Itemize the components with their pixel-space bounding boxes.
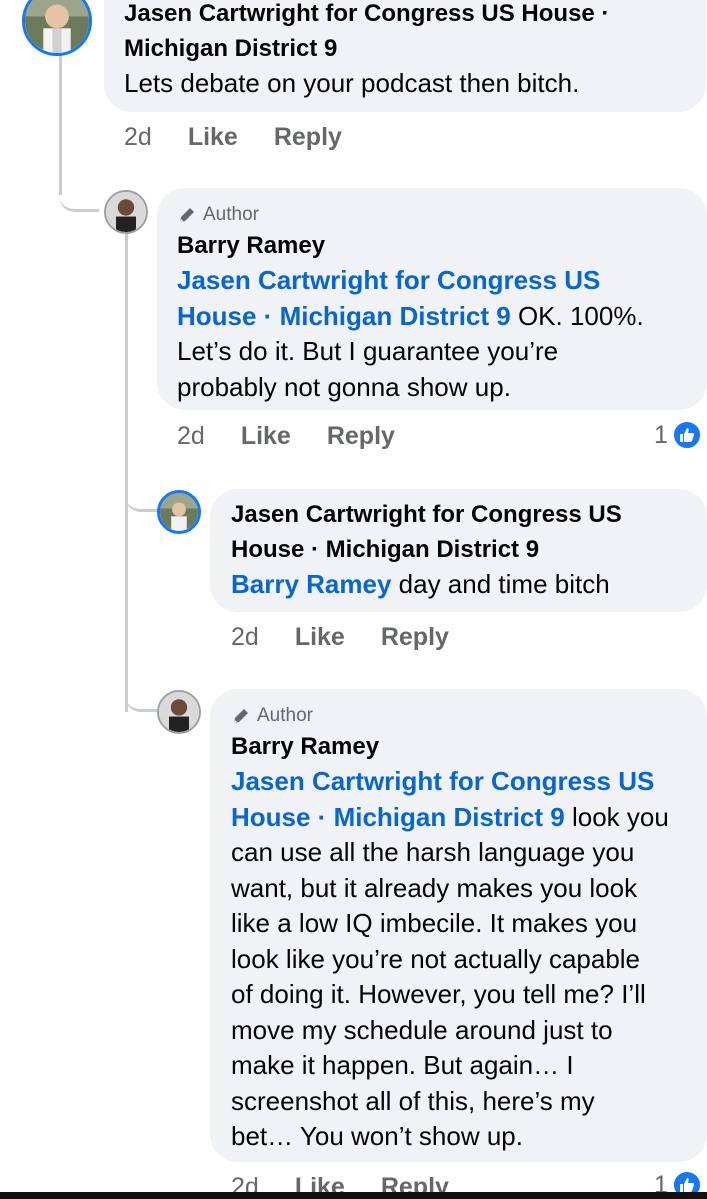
comment-actions-3: 2d Like Reply <box>231 621 449 653</box>
reaction-count: 1 <box>654 420 668 449</box>
comment-timestamp[interactable]: 2d <box>124 123 152 152</box>
pencil-icon <box>234 709 248 723</box>
comment-text-line: Let’s do it. But I guarantee you’re <box>177 336 559 366</box>
comment-timestamp[interactable]: 2d <box>177 422 205 451</box>
screen-bottom-edge <box>0 1192 707 1199</box>
avatar-barry-ramey[interactable] <box>157 690 201 734</box>
comment-bubble-3: Jasen Cartwright for Congress US House ·… <box>210 489 707 612</box>
comment-author-name[interactable]: Jasen Cartwright for Congress US House ·… <box>231 497 687 567</box>
author-badge-label: Author <box>203 204 259 225</box>
comment-text-line: like a low IQ imbecile. It makes you <box>231 908 638 938</box>
avatar-jasen-cartwright[interactable] <box>157 490 201 534</box>
comment-text-line: look like you’re not actually capable <box>231 943 641 974</box>
avatar-photo-icon <box>25 0 89 53</box>
reply-button[interactable]: Reply <box>327 422 395 451</box>
author-name-line: Jasen Cartwright for Congress US House · <box>124 0 610 27</box>
thread-connector-reply-1 <box>59 150 99 212</box>
comment-timestamp[interactable]: 2d <box>231 623 259 652</box>
comment-author-name[interactable]: Barry Ramey <box>231 729 687 764</box>
reaction-summary[interactable]: 1 <box>654 420 702 450</box>
mention-link[interactable]: Barry Ramey <box>231 569 391 599</box>
comment-author-name[interactable]: Barry Ramey <box>177 228 687 263</box>
avatar-photo-icon <box>159 692 199 732</box>
thumbs-up-icon <box>671 420 702 450</box>
comment-author-name[interactable]: Jasen Cartwright for Congress US House ·… <box>124 0 686 66</box>
comment-actions-2: 2d Like Reply <box>177 420 395 452</box>
avatar-photo-icon <box>106 192 146 232</box>
thread-connector-reply-2 <box>125 470 157 512</box>
comment-text: Jasen Cartwright for Congress US House ·… <box>231 764 687 1155</box>
mention-link[interactable]: House · Michigan District 9 <box>231 802 565 832</box>
comment-text-fragment: look you <box>564 801 669 832</box>
comment-text-line: want, but it already makes you look <box>231 872 638 903</box>
avatar-barry-ramey[interactable] <box>104 190 148 234</box>
author-name-line: Jasen Cartwright for Congress US <box>231 501 622 528</box>
avatar-photo-icon <box>160 493 198 531</box>
reply-button[interactable]: Reply <box>381 623 449 652</box>
comment-text-line: bet… You won’t show up. <box>231 1121 523 1151</box>
author-badge-label: Author <box>257 705 313 726</box>
pencil-icon <box>180 208 194 222</box>
comment-text-line: move my schedule around just to <box>231 1014 613 1045</box>
comment-text: Barry Ramey day and time bitch <box>231 567 687 603</box>
author-name-line: Michigan District 9 <box>124 35 338 62</box>
mention-link[interactable]: Jasen Cartwright for Congress US <box>231 766 654 796</box>
thread-connector-reply-3 <box>125 670 157 712</box>
like-button[interactable]: Like <box>241 422 291 451</box>
comment-text-line: screenshot all of this, here’s my <box>231 1085 595 1116</box>
author-name-line: House · Michigan District 9 <box>231 536 540 563</box>
reply-button[interactable]: Reply <box>274 123 342 152</box>
comment-bubble-2: Author Barry Ramey Jasen Cartwright for … <box>157 188 707 410</box>
author-badge: Author <box>177 202 687 228</box>
comment-text-line: can use all the harsh language you <box>231 837 635 867</box>
mention-link[interactable]: Jasen Cartwright for Congress US <box>177 265 600 295</box>
author-badge: Author <box>231 703 687 729</box>
comment-text-fragment: day and time bitch <box>391 569 610 599</box>
comment-text-line: of doing it. However, you tell me? I’ll <box>231 979 646 1009</box>
comment-text: Lets debate on your podcast then bitch. <box>124 68 580 98</box>
comment-text-line: probably not gonna show up. <box>177 371 511 402</box>
comment-text-line: make it happen. But again… I <box>231 1050 574 1080</box>
comment-text: Jasen Cartwright for Congress US House ·… <box>177 263 687 405</box>
like-button[interactable]: Like <box>295 623 345 652</box>
mention-link[interactable]: House · Michigan District 9 <box>177 301 511 331</box>
comment-actions-1: 2d Like Reply <box>124 121 342 153</box>
like-button[interactable]: Like <box>188 123 238 152</box>
comment-bubble-4: Author Barry Ramey Jasen Cartwright for … <box>210 689 707 1162</box>
comment-text-fragment: OK. 100%. <box>510 300 644 331</box>
comment-bubble-1: Jasen Cartwright for Congress US House ·… <box>104 0 706 112</box>
avatar-jasen-cartwright[interactable] <box>22 0 92 56</box>
